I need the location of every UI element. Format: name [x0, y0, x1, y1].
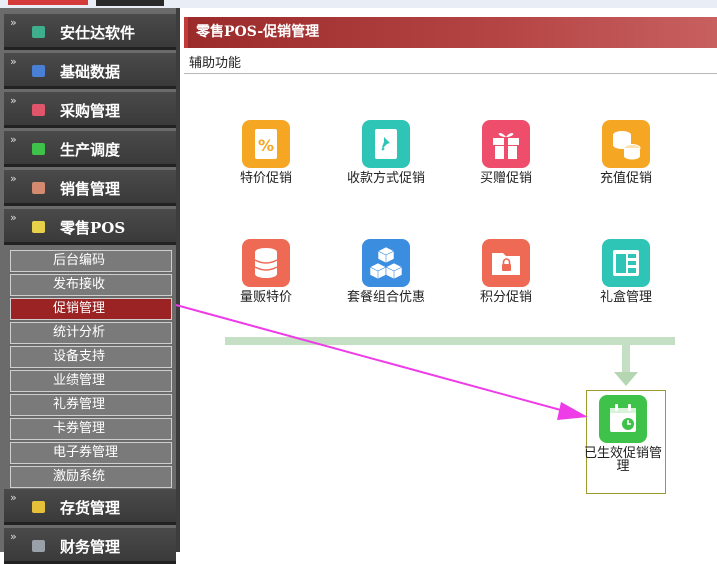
top-tab-dark [96, 0, 164, 6]
menu-label: 存货管理 [60, 499, 121, 517]
gift-icon [482, 120, 530, 168]
menu-label: 采购管理 [60, 102, 121, 120]
cubes-icon [362, 239, 410, 287]
expand-chevron-icon: » [10, 172, 17, 185]
tile-active-promotions[interactable]: 已生效促销管理 [583, 395, 663, 473]
submenu-promotion[interactable]: 促销管理 [10, 298, 172, 320]
tile-label: 收款方式促销 [346, 171, 425, 186]
expand-chevron-icon: » [10, 133, 17, 146]
layout-panel-icon [602, 239, 650, 287]
tile-label: 充值促销 [599, 171, 652, 186]
top-strip [0, 0, 717, 8]
tile-gift-box[interactable]: 礼盒管理 [584, 239, 668, 304]
production-icon [32, 143, 45, 155]
expand-chevron-icon: » [10, 491, 17, 504]
menu-purchase[interactable]: » 采购管理 [4, 92, 176, 128]
menu-inventory[interactable]: » 存货管理 [4, 489, 176, 525]
submenu-publish-receive[interactable]: 发布接收 [10, 274, 172, 296]
tile-buy-gift[interactable]: 买赠促销 [464, 120, 548, 185]
finance-icon [32, 540, 45, 552]
pin-doc-icon [362, 120, 410, 168]
collapse-chevron-icon: » [10, 211, 17, 224]
top-tab-red [8, 0, 88, 5]
app-icon [32, 26, 45, 38]
sidebar-edge [176, 8, 180, 552]
database-stack-icon [242, 239, 290, 287]
sidebar: » 安仕达软件 » 基础数据 » 采购管理 » 生产调度 » 销售管理 » 零售… [0, 8, 180, 564]
tile-label: 量贩特价 [239, 290, 292, 305]
menu-production[interactable]: » 生产调度 [4, 131, 176, 167]
submenu-statistics[interactable]: 统计分析 [10, 322, 172, 344]
expand-chevron-icon: » [10, 530, 17, 543]
tile-special-price[interactable]: % 特价促销 [224, 120, 308, 185]
submenu-device-support[interactable]: 设备支持 [10, 346, 172, 368]
submenu-e-voucher[interactable]: 电子券管理 [10, 442, 172, 464]
purchase-icon [32, 104, 45, 116]
tile-combo-discount[interactable]: 套餐组合优惠 [344, 239, 428, 304]
toolbar-label[interactable]: 辅助功能 [189, 52, 241, 71]
menu-label: 销售管理 [60, 180, 121, 198]
tile-recharge[interactable]: 充值促销 [584, 120, 668, 185]
tile-label: 已生效促销管理 [583, 446, 662, 474]
database-icon [32, 65, 45, 77]
calendar-clock-icon [599, 395, 647, 443]
tile-payment-promo[interactable]: 收款方式促销 [344, 120, 428, 185]
menu-retail-pos[interactable]: » 零售POS [4, 209, 176, 245]
title-accent [184, 17, 188, 48]
percent-tag-icon: % [242, 120, 290, 168]
page-title-bar: 零售POS-促销管理 [184, 17, 717, 48]
expand-chevron-icon: » [10, 94, 17, 107]
menu-finance[interactable]: » 财务管理 [4, 528, 176, 564]
expand-chevron-icon: » [10, 55, 17, 68]
sales-icon [32, 182, 45, 194]
pos-icon [32, 221, 45, 233]
tile-bulk-price[interactable]: 量贩特价 [224, 239, 308, 304]
toolbar: 辅助功能 [184, 48, 717, 74]
tile-points-promo[interactable]: 积分促销 [464, 239, 548, 304]
inventory-icon [32, 501, 45, 513]
submenu-gift-voucher[interactable]: 礼券管理 [10, 394, 172, 416]
tile-label: 套餐组合优惠 [346, 290, 425, 305]
tile-label: 买赠促销 [479, 171, 532, 186]
coins-icon [602, 120, 650, 168]
flow-connector-vertical [622, 345, 630, 375]
tile-label: 特价促销 [239, 171, 292, 186]
menu-label: 财务管理 [60, 538, 121, 556]
svg-text:%: % [258, 136, 274, 155]
page-title: 零售POS-促销管理 [196, 24, 320, 40]
locked-folder-icon [482, 239, 530, 287]
active-promo-box: 已生效促销管理 [583, 390, 666, 494]
menu-basic-data[interactable]: » 基础数据 [4, 53, 176, 89]
submenu-card-voucher[interactable]: 卡券管理 [10, 418, 172, 440]
tile-label: 礼盒管理 [599, 290, 652, 305]
menu-label: 零售POS [60, 219, 126, 237]
submenu-backend-code[interactable]: 后台编码 [10, 250, 172, 272]
tile-label: 积分促销 [479, 290, 532, 305]
menu-label: 基础数据 [60, 63, 121, 81]
menu-label: 生产调度 [60, 141, 121, 159]
menu-label: 安仕达软件 [60, 24, 136, 42]
submenu-incentive[interactable]: 激励系统 [10, 466, 172, 488]
menu-anshida[interactable]: » 安仕达软件 [4, 14, 176, 50]
flow-arrow-down-icon [614, 372, 638, 386]
flow-connector-horizontal [225, 337, 675, 345]
menu-sales[interactable]: » 销售管理 [4, 170, 176, 206]
submenu-performance[interactable]: 业绩管理 [10, 370, 172, 392]
expand-chevron-icon: » [10, 16, 17, 29]
